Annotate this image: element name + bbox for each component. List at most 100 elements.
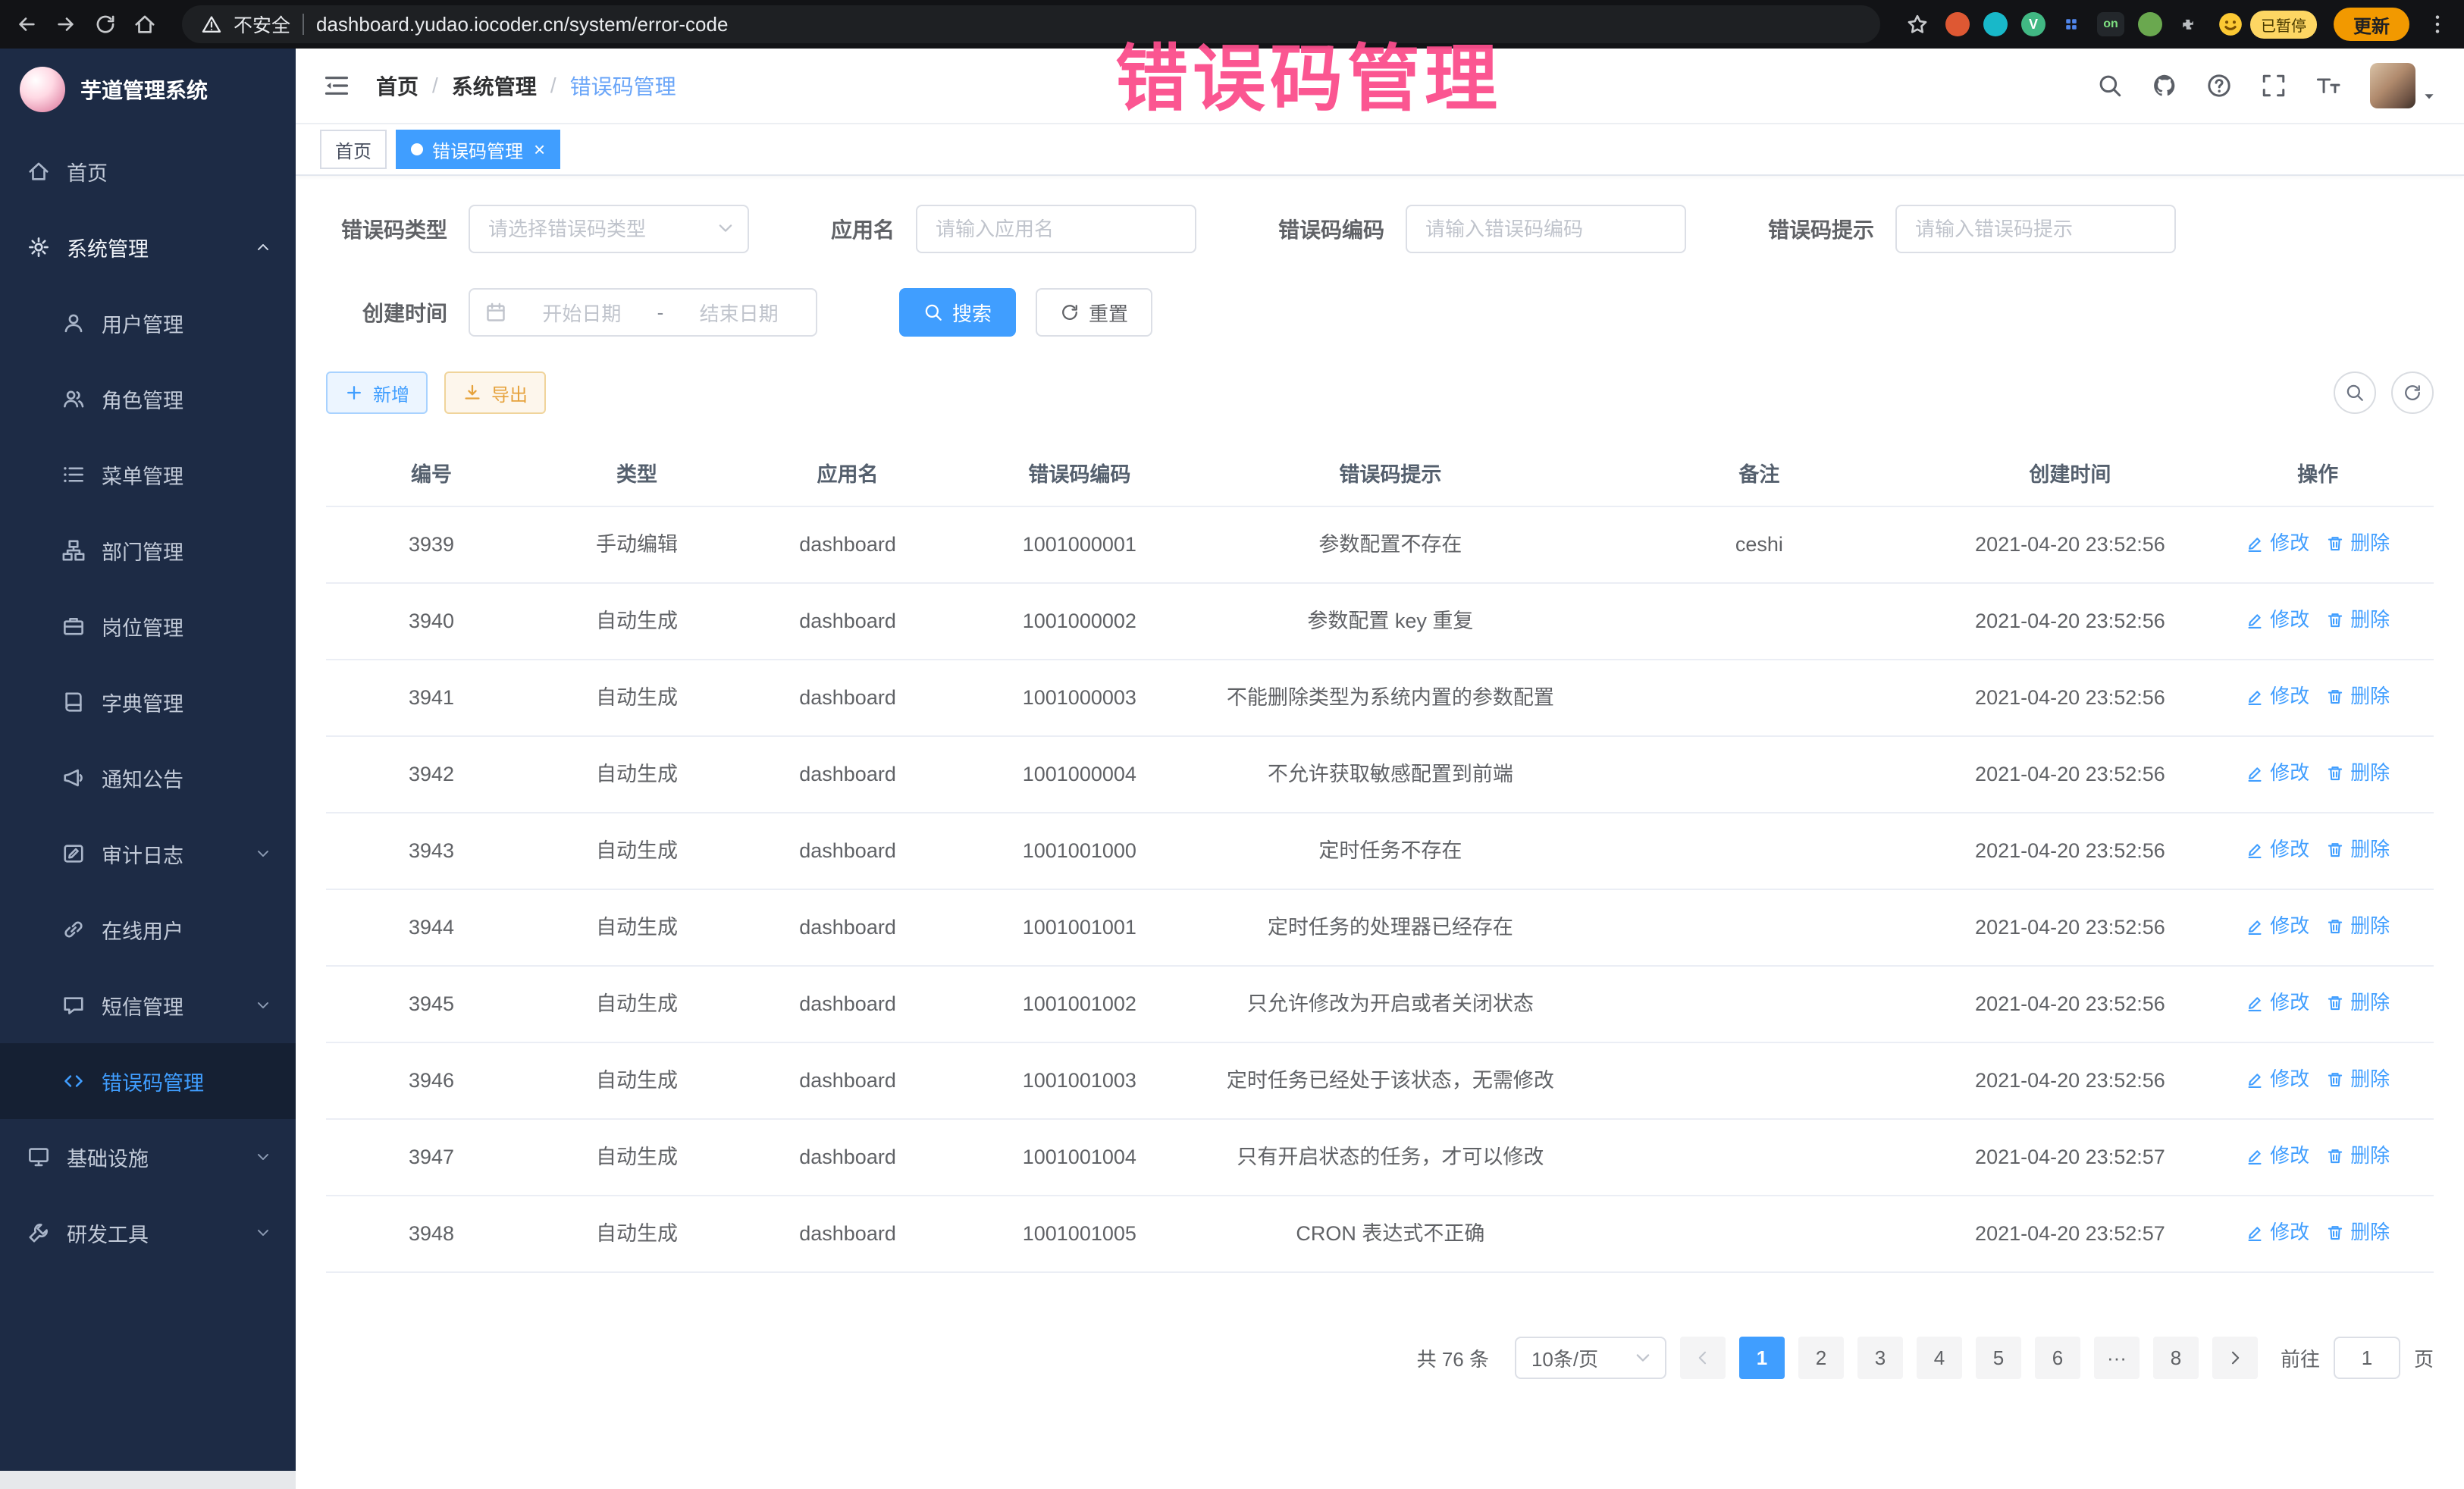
extension-icon[interactable] [1945,12,1970,36]
breadcrumb-item[interactable]: 首页 [376,71,419,101]
delete-button[interactable]: 删除 [2326,528,2390,558]
delete-button[interactable]: 删除 [2326,1141,2390,1171]
sidebar-item-active[interactable]: 错误码管理 [0,1043,296,1119]
edit-button[interactable]: 修改 [2246,1064,2309,1094]
error-code-input[interactable] [1406,205,1686,253]
add-button[interactable]: 新增 [326,371,428,414]
sidebar-item[interactable]: 系统管理 [0,209,296,285]
delete-button[interactable]: 删除 [2326,758,2390,788]
extension-icon[interactable] [1983,12,2008,36]
delete-button[interactable]: 删除 [2326,682,2390,711]
user-menu[interactable] [2370,63,2437,108]
delete-button-label: 删除 [2350,1064,2390,1094]
sidebar-item[interactable]: 在线用户 [0,892,296,967]
page-number-button[interactable]: 5 [1976,1337,2021,1379]
edit-button[interactable]: 修改 [2246,605,2309,635]
refresh-table-button[interactable] [2391,371,2434,414]
sidebar-item[interactable]: 通知公告 [0,740,296,816]
browser-forward-icon[interactable] [55,13,77,36]
reset-button[interactable]: 重置 [1036,288,1152,337]
edit-icon [2246,917,2264,936]
cell-create-time: 2021-04-20 23:52:57 [1939,1119,2202,1196]
delete-button[interactable]: 删除 [2326,911,2390,941]
goto-page-input[interactable] [2334,1337,2400,1379]
page-number-button[interactable]: 2 [1798,1337,1844,1379]
error-message-input[interactable] [1895,205,2176,253]
hamburger-icon[interactable] [323,72,350,99]
date-range-picker[interactable]: 开始日期 - 结束日期 [469,288,817,337]
tab-close-icon[interactable]: × [534,139,545,159]
github-icon[interactable] [2152,73,2177,99]
vue-devtools-extension-icon[interactable]: V [2021,12,2045,36]
page-number-button[interactable]: 3 [1857,1337,1903,1379]
sidebar-item[interactable]: 菜单管理 [0,437,296,513]
sidebar-item[interactable]: 短信管理 [0,967,296,1043]
cell-actions: 修改 删除 [2202,1042,2434,1119]
edit-button[interactable]: 修改 [2246,682,2309,711]
page-number-button[interactable]: 1 [1739,1337,1785,1379]
search-button[interactable]: 搜索 [899,288,1016,337]
browser-reload-icon[interactable] [94,13,117,36]
page-size-select[interactable]: 10条/页 [1515,1337,1666,1379]
export-button[interactable]: 导出 [444,371,546,414]
delete-button[interactable]: 删除 [2326,988,2390,1017]
start-date-placeholder[interactable]: 开始日期 [520,299,644,327]
app-name-input[interactable] [916,205,1196,253]
font-size-icon[interactable] [2315,73,2341,99]
end-date-placeholder[interactable]: 结束日期 [677,299,801,327]
sidebar-item[interactable]: 研发工具 [0,1195,296,1271]
delete-button[interactable]: 删除 [2326,835,2390,864]
sidebar-logo[interactable]: 芋道管理系统 [0,49,296,130]
edit-button[interactable]: 修改 [2246,758,2309,788]
sidebar-item[interactable]: 部门管理 [0,513,296,588]
help-icon[interactable] [2206,73,2232,99]
grid-extension-icon[interactable] [2059,12,2083,36]
cell-actions: 修改删除 [2202,1119,2434,1196]
delete-button[interactable]: 删除 [2326,1064,2390,1094]
sidebar-item[interactable]: 字典管理 [0,664,296,740]
bookmark-star-icon[interactable] [1906,13,1929,36]
prev-page-button[interactable] [1680,1337,1726,1379]
sidebar-collapse-bar[interactable] [0,1471,296,1489]
edit-button[interactable]: 修改 [2246,528,2309,558]
edit-button[interactable]: 修改 [2246,835,2309,864]
error-code-type-input[interactable] [469,205,749,253]
extension-on-icon[interactable]: on [2097,12,2124,36]
toggle-search-button[interactable] [2334,371,2376,414]
tab-error-code[interactable]: 错误码管理 × [396,130,560,169]
page-number-button[interactable]: 8 [2153,1337,2199,1379]
cell-create-time: 2021-04-20 23:52:56 [1939,583,2202,660]
browser-back-icon[interactable] [15,13,38,36]
cell-error-code: 1001001000 [958,813,1201,889]
extension-icon[interactable] [2138,12,2162,36]
sidebar-item[interactable]: 基础设施 [0,1119,296,1195]
sidebar-item[interactable]: 用户管理 [0,285,296,361]
page-number-button[interactable]: 6 [2035,1337,2080,1379]
edit-icon [2246,611,2264,629]
browser-home-icon[interactable] [133,13,156,36]
online-user-icon [62,918,85,941]
edit-button[interactable]: 修改 [2246,911,2309,941]
page-number-button[interactable]: 4 [1917,1337,1962,1379]
edit-button[interactable]: 修改 [2246,1141,2309,1171]
header-search-icon[interactable] [2097,73,2123,99]
browser-menu-icon[interactable] [2426,13,2449,36]
breadcrumb-item[interactable]: 系统管理 [452,71,537,101]
sidebar-item[interactable]: 岗位管理 [0,588,296,664]
extensions-puzzle-icon[interactable] [2176,12,2200,36]
fullscreen-icon[interactable] [2261,73,2287,99]
sidebar-item[interactable]: 首页 [0,133,296,209]
sidebar-item[interactable]: 角色管理 [0,361,296,437]
error-code-type-select[interactable] [469,205,749,253]
edit-button[interactable]: 修改 [2246,988,2309,1017]
address-bar[interactable]: 不安全 dashboard.yudao.iocoder.cn/system/er… [182,5,1880,43]
edit-button[interactable]: 修改 [2246,1218,2309,1247]
delete-button[interactable]: 删除 [2326,1218,2390,1247]
pager-more-button[interactable]: ··· [2094,1337,2140,1379]
browser-update-button[interactable]: 更新 [2334,8,2409,41]
browser-profile-chip[interactable]: 已暂停 [2217,11,2317,39]
delete-button[interactable]: 删除 [2326,605,2390,635]
sidebar-item[interactable]: 审计日志 [0,816,296,892]
tab-home[interactable]: 首页 [320,130,387,169]
next-page-button[interactable] [2212,1337,2258,1379]
